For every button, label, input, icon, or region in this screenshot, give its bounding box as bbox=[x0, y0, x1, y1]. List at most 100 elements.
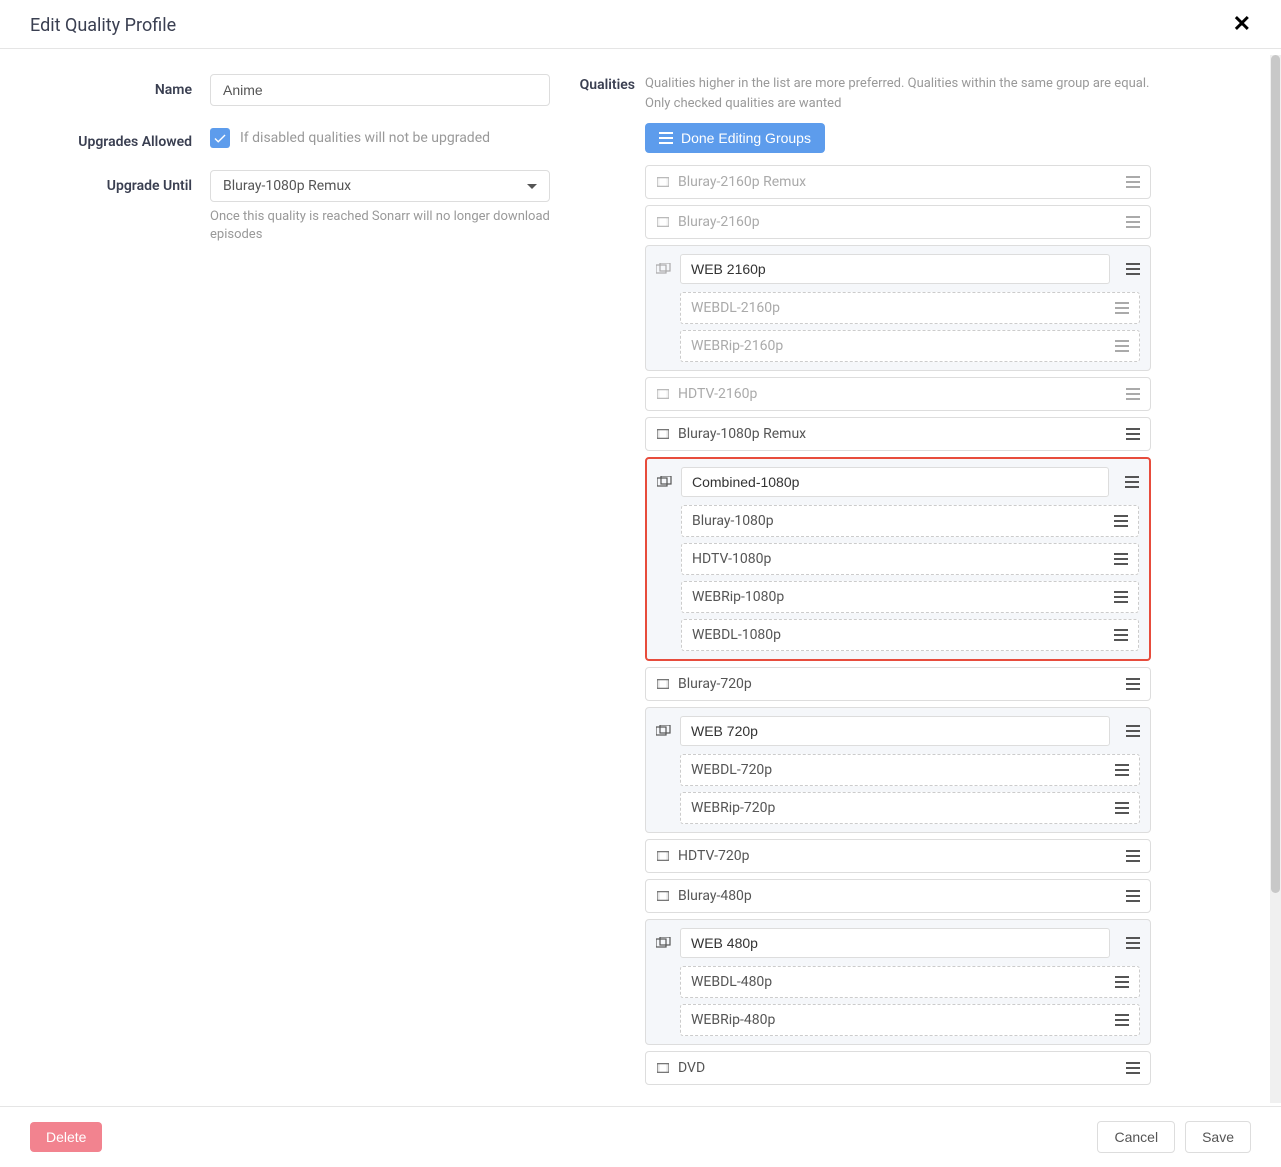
qualities-hint: Qualities higher in the list are more pr… bbox=[645, 74, 1151, 113]
film-icon bbox=[656, 1061, 670, 1075]
film-icon bbox=[656, 215, 670, 229]
close-icon: ✕ bbox=[1233, 12, 1251, 37]
group-item[interactable]: WEBRip-720p bbox=[680, 792, 1140, 824]
drag-handle-icon[interactable] bbox=[1126, 176, 1140, 188]
save-button[interactable]: Save bbox=[1185, 1121, 1251, 1153]
film-icon bbox=[656, 427, 670, 441]
upgrade-until-select[interactable]: Bluray-1080p Remux bbox=[210, 170, 550, 202]
cancel-button[interactable]: Cancel bbox=[1097, 1121, 1175, 1153]
group-item[interactable]: WEBDL-480p bbox=[680, 966, 1140, 998]
quality-label: Bluray-2160p bbox=[678, 214, 760, 230]
quality-label: Bluray-720p bbox=[678, 676, 752, 692]
upgrades-allowed-label: Upgrades Allowed bbox=[30, 126, 210, 150]
group-icon bbox=[656, 724, 672, 738]
quality-group: WEBDL-720p WEBRip-720p bbox=[645, 707, 1151, 833]
quality-label: HDTV-720p bbox=[678, 848, 749, 864]
done-editing-groups-button[interactable]: Done Editing Groups bbox=[645, 123, 825, 153]
quality-row[interactable]: DVD bbox=[645, 1051, 1151, 1085]
group-item-label: HDTV-1080p bbox=[692, 551, 771, 567]
group-icon bbox=[656, 936, 672, 950]
group-item-label: WEBRip-480p bbox=[691, 1012, 775, 1028]
quality-label: DVD bbox=[678, 1060, 705, 1076]
group-item-label: WEBDL-720p bbox=[691, 762, 772, 778]
drag-handle-icon[interactable] bbox=[1115, 1014, 1129, 1026]
check-icon bbox=[213, 131, 227, 145]
close-button[interactable]: ✕ bbox=[1233, 14, 1251, 36]
drag-handle-icon[interactable] bbox=[1126, 388, 1140, 400]
group-name-input[interactable] bbox=[680, 928, 1110, 958]
quality-row[interactable]: Bluray-2160p Remux bbox=[645, 165, 1151, 199]
film-icon bbox=[656, 175, 670, 189]
delete-button[interactable]: Delete bbox=[30, 1122, 102, 1152]
drag-handle-icon[interactable] bbox=[1114, 591, 1128, 603]
modal-title: Edit Quality Profile bbox=[30, 15, 176, 36]
group-item-label: WEBDL-1080p bbox=[692, 627, 781, 643]
quality-row[interactable]: Bluray-720p bbox=[645, 667, 1151, 701]
quality-row[interactable]: Bluray-2160p bbox=[645, 205, 1151, 239]
drag-handle-icon[interactable] bbox=[1114, 553, 1128, 565]
drag-handle-icon[interactable] bbox=[1114, 515, 1128, 527]
upgrade-until-help: Once this quality is reached Sonarr will… bbox=[210, 208, 550, 244]
drag-handle-icon[interactable] bbox=[1126, 1062, 1140, 1074]
quality-row[interactable]: HDTV-2160p bbox=[645, 377, 1151, 411]
drag-handle-icon[interactable] bbox=[1126, 678, 1140, 690]
drag-handle-icon[interactable] bbox=[1115, 802, 1129, 814]
group-item-label: WEBRip-2160p bbox=[691, 338, 783, 354]
group-item[interactable]: WEBRip-2160p bbox=[680, 330, 1140, 362]
drag-handle-icon[interactable] bbox=[1126, 937, 1140, 949]
group-item-label: WEBDL-2160p bbox=[691, 300, 780, 316]
name-input[interactable] bbox=[210, 74, 550, 106]
group-item-label: Bluray-1080p bbox=[692, 513, 774, 529]
quality-label: HDTV-2160p bbox=[678, 386, 757, 402]
quality-label: Bluray-2160p Remux bbox=[678, 174, 806, 190]
chevron-down-icon bbox=[527, 184, 537, 189]
group-name-input[interactable] bbox=[681, 467, 1109, 497]
quality-group: WEBDL-2160p WEBRip-2160p bbox=[645, 245, 1151, 371]
film-icon bbox=[656, 849, 670, 863]
group-item[interactable]: HDTV-1080p bbox=[681, 543, 1139, 575]
quality-row[interactable]: Bluray-1080p Remux bbox=[645, 417, 1151, 451]
drag-handle-icon[interactable] bbox=[1126, 725, 1140, 737]
drag-handle-icon[interactable] bbox=[1115, 302, 1129, 314]
group-item[interactable]: WEBDL-1080p bbox=[681, 619, 1139, 651]
upgrades-allowed-hint: If disabled qualities will not be upgrad… bbox=[240, 130, 490, 146]
quality-group: Bluray-1080p HDTV-1080p WEBRip-1080p WEBDL-… bbox=[645, 457, 1151, 661]
upgrade-until-label: Upgrade Until bbox=[30, 170, 210, 244]
group-item[interactable]: WEBDL-720p bbox=[680, 754, 1140, 786]
name-label: Name bbox=[30, 74, 210, 106]
group-icon bbox=[657, 475, 673, 489]
list-icon bbox=[659, 132, 673, 144]
done-editing-groups-label: Done Editing Groups bbox=[681, 130, 811, 146]
upgrades-allowed-checkbox[interactable] bbox=[210, 128, 230, 148]
drag-handle-icon[interactable] bbox=[1126, 890, 1140, 902]
quality-row[interactable]: Bluray-480p bbox=[645, 879, 1151, 913]
group-name-input[interactable] bbox=[680, 254, 1110, 284]
film-icon bbox=[656, 387, 670, 401]
group-item-label: WEBDL-480p bbox=[691, 974, 772, 990]
group-item[interactable]: WEBRip-480p bbox=[680, 1004, 1140, 1036]
group-item[interactable]: Bluray-1080p bbox=[681, 505, 1139, 537]
group-item[interactable]: WEBRip-1080p bbox=[681, 581, 1139, 613]
scrollbar-thumb[interactable] bbox=[1271, 55, 1280, 893]
group-name-input[interactable] bbox=[680, 716, 1110, 746]
drag-handle-icon[interactable] bbox=[1114, 629, 1128, 641]
drag-handle-icon[interactable] bbox=[1125, 476, 1139, 488]
qualities-label: Qualities bbox=[570, 74, 635, 1096]
drag-handle-icon[interactable] bbox=[1126, 850, 1140, 862]
drag-handle-icon[interactable] bbox=[1126, 216, 1140, 228]
group-item[interactable]: WEBDL-2160p bbox=[680, 292, 1140, 324]
drag-handle-icon[interactable] bbox=[1126, 428, 1140, 440]
quality-group: WEBDL-480p WEBRip-480p bbox=[645, 919, 1151, 1045]
group-item-label: WEBRip-1080p bbox=[692, 589, 784, 605]
drag-handle-icon[interactable] bbox=[1115, 976, 1129, 988]
drag-handle-icon[interactable] bbox=[1126, 263, 1140, 275]
quality-row[interactable]: HDTV-720p bbox=[645, 839, 1151, 873]
upgrade-until-value: Bluray-1080p Remux bbox=[223, 178, 351, 194]
group-icon bbox=[656, 262, 672, 276]
film-icon bbox=[656, 889, 670, 903]
group-item-label: WEBRip-720p bbox=[691, 800, 775, 816]
drag-handle-icon[interactable] bbox=[1115, 340, 1129, 352]
scrollbar[interactable] bbox=[1270, 55, 1281, 1103]
drag-handle-icon[interactable] bbox=[1115, 764, 1129, 776]
film-icon bbox=[656, 677, 670, 691]
